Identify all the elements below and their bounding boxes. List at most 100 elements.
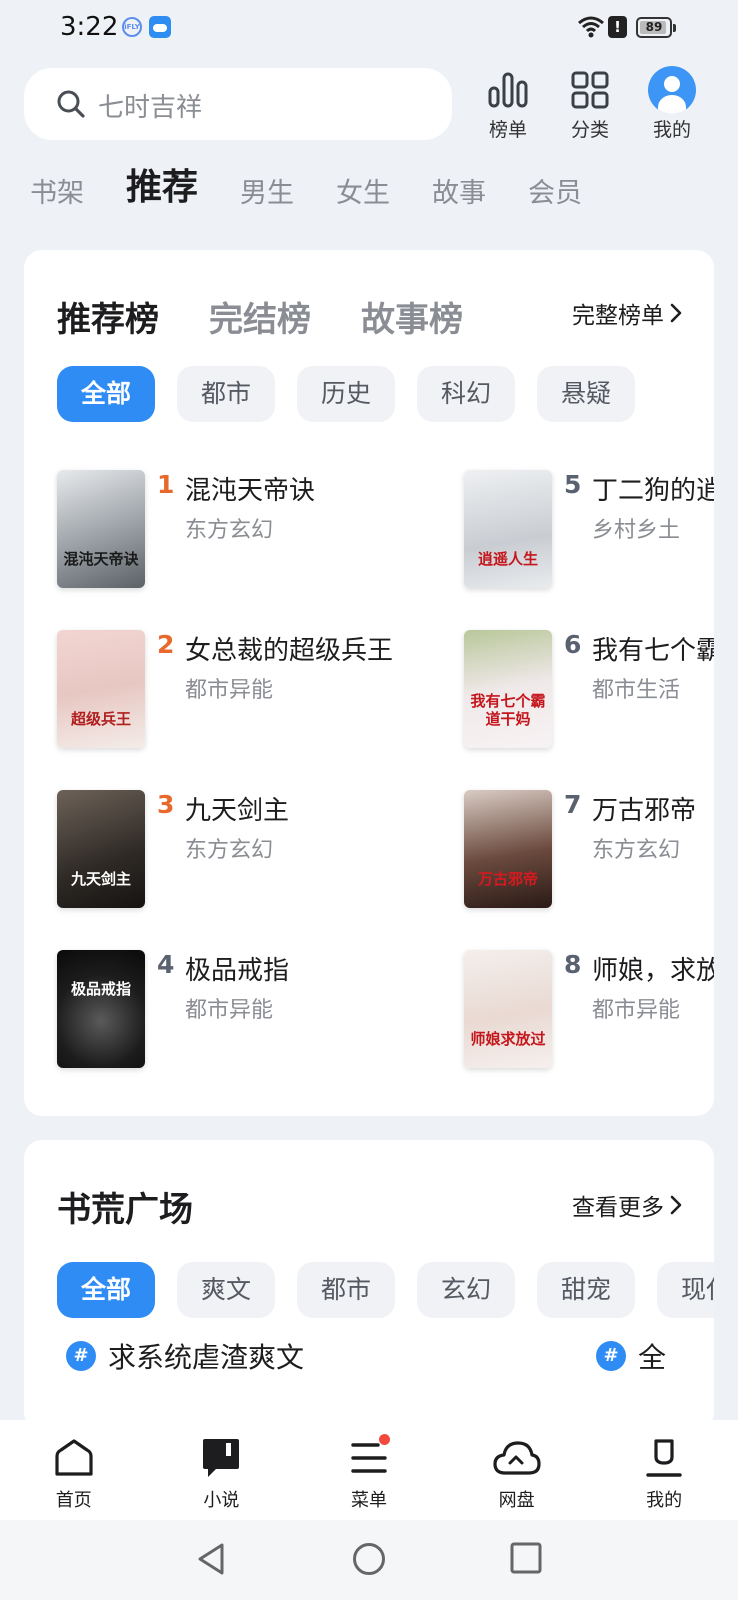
book-genre: 都市异能 (592, 998, 681, 1023)
tab-bookshelf[interactable]: 书架 (30, 171, 84, 210)
category-label: 分类 (570, 119, 609, 141)
rank-number: 8 (564, 950, 582, 979)
alert-icon: ! (608, 16, 627, 38)
book-title: 极品戒指 (185, 956, 290, 986)
menu-icon (351, 1443, 387, 1473)
book-cover: 万古邪帝 (464, 790, 552, 908)
bottom-navigation: 首页 小说 菜单 网盘 我的 (0, 1420, 738, 1520)
nav-menu[interactable]: 菜单 (295, 1420, 443, 1520)
book-cover: 我有七个霸道干妈 (464, 630, 552, 748)
cover-title: 师娘求放过 (470, 1030, 546, 1048)
home-button-icon[interactable] (352, 1542, 386, 1576)
chip-fantasy[interactable]: 玄幻 (417, 1262, 515, 1318)
tab-member[interactable]: 会员 (528, 171, 582, 210)
book-item[interactable]: 混沌天帝诀 1 混沌天帝诀 东方玄幻 (57, 470, 457, 590)
tab-male[interactable]: 男生 (240, 171, 294, 210)
chip-city[interactable]: 都市 (177, 366, 275, 422)
book-genre: 都市异能 (185, 678, 274, 703)
topic-label: 全 (638, 1341, 667, 1374)
ranking-button[interactable]: 榜单 (468, 68, 548, 144)
topic-item[interactable]: # 全 (596, 1336, 666, 1376)
rank-number: 3 (157, 790, 175, 819)
rank-number: 7 (564, 790, 582, 819)
nav-home[interactable]: 首页 (0, 1420, 148, 1520)
book-cover: 九天剑主 (57, 790, 145, 908)
book-item[interactable]: 超级兵王 2 女总裁的超级兵王 都市异能 (57, 630, 457, 750)
chevron-right-icon (670, 303, 682, 323)
nav-cloud-label: 网盘 (498, 1490, 535, 1511)
profile-icon (646, 1439, 682, 1477)
book-item[interactable]: 九天剑主 3 九天剑主 东方玄幻 (57, 790, 457, 910)
cloud-icon (492, 1441, 541, 1475)
book-cover: 极品戒指 (57, 950, 145, 1068)
cover-title: 我有七个霸道干妈 (470, 692, 546, 728)
nav-menu-label: 菜单 (350, 1490, 387, 1511)
book-genre: 乡村乡土 (592, 518, 681, 543)
section-title: 书荒广场 (57, 1190, 193, 1230)
book-title: 师娘，求放 (592, 956, 714, 986)
book-title: 混沌天帝诀 (185, 476, 316, 506)
topic-label: 求系统虐渣爽文 (108, 1341, 305, 1374)
book-item[interactable]: 万古邪帝 7 万古邪帝 东方玄幻 (464, 790, 714, 910)
tab-female[interactable]: 女生 (336, 171, 390, 210)
book-title: 丁二狗的逍 (592, 476, 714, 506)
battery-icon: 89 (636, 17, 676, 38)
weather-notification-icon (149, 16, 171, 38)
status-bar: 3:22 iFLY ! 89 (0, 0, 738, 58)
tab-story[interactable]: 故事 (432, 171, 486, 210)
tab-story-rank[interactable]: 故事榜 (361, 292, 463, 341)
rank-number: 6 (564, 630, 582, 659)
book-genre: 都市生活 (592, 678, 681, 703)
back-icon[interactable] (196, 1542, 226, 1576)
square-filter-chips: 全部 爽文 都市 玄幻 甜宠 现代 (57, 1262, 714, 1318)
search-placeholder: 七时吉祥 (98, 93, 203, 123)
ranking-tabs: 推荐榜 完结榜 故事榜 (57, 292, 513, 341)
book-item[interactable]: 我有七个霸道干妈 6 我有七个霸 都市生活 (464, 630, 714, 750)
rank-number: 4 (157, 950, 175, 979)
category-button[interactable]: 分类 (550, 68, 630, 144)
chip-all[interactable]: 全部 (57, 366, 155, 422)
see-more-link[interactable]: 查看更多 (572, 1188, 682, 1222)
cover-title: 超级兵王 (70, 710, 131, 728)
nav-cloud[interactable]: 网盘 (443, 1420, 591, 1520)
status-time: 3:22 (60, 12, 119, 42)
book-item[interactable]: 逍遥人生 5 丁二狗的逍 乡村乡土 (464, 470, 714, 590)
ranking-card: 推荐榜 完结榜 故事榜 完整榜单 全部 都市 历史 科幻 悬疑 混沌天帝诀 1 … (24, 250, 714, 1116)
tab-recommend-rank[interactable]: 推荐榜 (57, 292, 159, 341)
nav-novel[interactable]: 小说 (148, 1420, 296, 1520)
rank-number: 1 (157, 470, 175, 499)
search-bar[interactable]: 七时吉祥 (24, 68, 452, 140)
rank-number: 5 (564, 470, 582, 499)
chip-modern[interactable]: 现代 (657, 1262, 714, 1318)
profile-label: 我的 (652, 119, 691, 141)
chip-scifi[interactable]: 科幻 (417, 366, 515, 422)
book-title: 我有七个霸 (592, 636, 714, 666)
book-item[interactable]: 师娘求放过 8 师娘，求放 都市异能 (464, 950, 714, 1070)
full-ranking-link[interactable]: 完整榜单 (572, 296, 682, 330)
chip-mystery[interactable]: 悬疑 (537, 366, 635, 422)
system-navigation-bar (0, 1520, 738, 1600)
tab-finished-rank[interactable]: 完结榜 (209, 292, 311, 341)
nav-novel-label: 小说 (203, 1490, 240, 1511)
book-item[interactable]: 极品戒指 4 极品戒指 都市异能 (57, 950, 457, 1070)
chip-history[interactable]: 历史 (297, 366, 395, 422)
nav-profile[interactable]: 我的 (590, 1420, 738, 1520)
book-genre: 东方玄幻 (592, 838, 681, 863)
book-title: 九天剑主 (185, 796, 290, 826)
wifi-icon (578, 16, 604, 38)
ranking-label: 榜单 (488, 119, 527, 141)
chip-sweet[interactable]: 甜宠 (537, 1262, 635, 1318)
topic-item[interactable]: # 求系统虐渣爽文 (66, 1336, 304, 1376)
cover-title: 逍遥人生 (477, 550, 538, 568)
chip-city[interactable]: 都市 (297, 1262, 395, 1318)
chip-all[interactable]: 全部 (57, 1262, 155, 1318)
recents-icon[interactable] (510, 1542, 542, 1574)
hashtag-icon: # (66, 1341, 96, 1371)
book-cover: 超级兵王 (57, 630, 145, 748)
ranking-filter-chips: 全部 都市 历史 科幻 悬疑 (57, 366, 657, 422)
profile-button[interactable]: 我的 (632, 66, 712, 144)
category-tabs: 书架 推荐 男生 女生 故事 会员 (30, 160, 624, 210)
chip-cool-read[interactable]: 爽文 (177, 1262, 275, 1318)
tab-recommend[interactable]: 推荐 (126, 158, 198, 210)
book-cover: 师娘求放过 (464, 950, 552, 1068)
